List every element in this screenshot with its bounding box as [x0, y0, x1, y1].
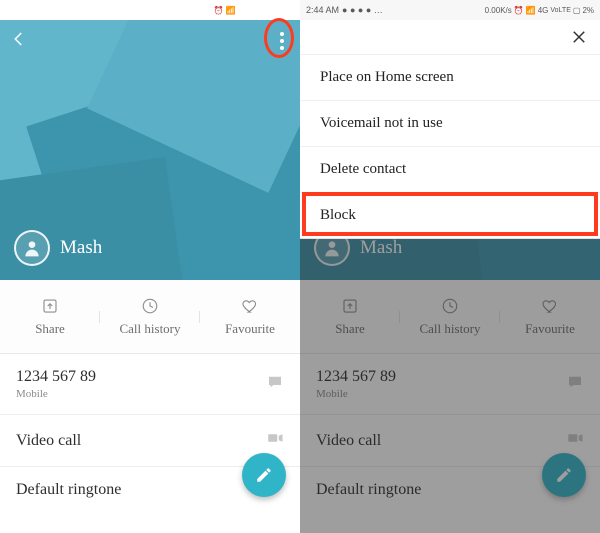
phone-number-row[interactable]: 1234 567 89 Mobile	[0, 354, 300, 415]
net-speed: 0.00K/s	[485, 6, 512, 15]
options-menu: Place on Home screen Voicemail not in us…	[300, 20, 600, 239]
dot-icons: ● ● ● ● …	[342, 5, 383, 15]
action-tabs: Share Call history Favourite	[0, 280, 300, 354]
alarm-icon: ⏰	[514, 6, 524, 15]
favourite-button[interactable]: Favourite	[200, 297, 300, 337]
share-button[interactable]: Share	[300, 297, 400, 337]
edit-contact-fab[interactable]	[542, 453, 586, 497]
battery-icon: ▢	[273, 6, 281, 15]
status-bar: 2:44 AM ● ● ● ● … 0.00K/s ⏰ 📶 4G VoLTE ▢…	[300, 0, 600, 20]
menu-item-voicemail[interactable]: Voicemail not in use	[300, 100, 600, 146]
phone-screenshot-left: 2:44 AM ● ● ● ● … 0.00K/s ⏰ 📶 4G VoLTE ▢…	[0, 0, 300, 533]
call-history-label: Call history	[119, 321, 180, 337]
contact-hero: Mash	[0, 20, 300, 280]
dot-icons: ● ● ● ● …	[42, 5, 83, 15]
status-time: 2:44 AM	[6, 5, 39, 15]
menu-item-delete[interactable]: Delete contact	[300, 146, 600, 192]
video-icon	[566, 429, 584, 452]
call-history-button[interactable]: Call history	[100, 297, 200, 337]
signal-icon: 4G	[238, 6, 249, 15]
status-bar: 2:44 AM ● ● ● ● … 0.00K/s ⏰ 📶 4G VoLTE ▢…	[0, 0, 300, 20]
favourite-label: Favourite	[525, 321, 575, 337]
wifi-icon: 📶	[526, 6, 536, 15]
share-button[interactable]: Share	[0, 297, 100, 337]
phone-screenshot-right: 2:44 AM ● ● ● ● … 0.00K/s ⏰ 📶 4G VoLTE ▢…	[300, 0, 600, 533]
contact-name: Mash	[60, 237, 102, 259]
signal-icon: 4G	[538, 6, 549, 15]
video-call-label: Video call	[316, 432, 381, 450]
battery-pct: 2%	[582, 6, 594, 15]
phone-number: 1234 567 89	[16, 368, 96, 386]
call-history-button[interactable]: Call history	[400, 297, 500, 337]
back-button[interactable]	[10, 30, 28, 53]
ringtone-label: Default ringtone	[316, 481, 421, 499]
share-label: Share	[335, 321, 365, 337]
phone-number-row[interactable]: 1234 567 89 Mobile	[300, 354, 600, 415]
net-speed: 0.00K/s	[185, 6, 212, 15]
call-history-label: Call history	[419, 321, 480, 337]
phone-number-type: Mobile	[316, 388, 396, 400]
alarm-icon: ⏰	[214, 6, 224, 15]
action-tabs: Share Call history Favourite	[300, 280, 600, 354]
edit-contact-fab[interactable]	[242, 453, 286, 497]
more-options-button[interactable]	[274, 26, 290, 56]
message-icon[interactable]	[566, 373, 584, 396]
status-time: 2:44 AM	[306, 5, 339, 15]
phone-number-type: Mobile	[16, 388, 96, 400]
favourite-button[interactable]: Favourite	[500, 297, 600, 337]
volte-label: VoLTE	[250, 7, 271, 14]
close-menu-button[interactable]	[300, 20, 600, 54]
battery-icon: ▢	[573, 6, 581, 15]
menu-item-home-screen[interactable]: Place on Home screen	[300, 54, 600, 100]
message-icon[interactable]	[266, 373, 284, 396]
avatar	[14, 230, 50, 266]
volte-label: VoLTE	[550, 7, 571, 14]
menu-item-block[interactable]: Block	[300, 192, 600, 238]
battery-pct: 2%	[282, 6, 294, 15]
wifi-icon: 📶	[226, 6, 236, 15]
phone-number: 1234 567 89	[316, 368, 396, 386]
video-icon	[266, 429, 284, 452]
favourite-label: Favourite	[225, 321, 275, 337]
video-call-label: Video call	[16, 432, 81, 450]
ringtone-label: Default ringtone	[16, 481, 121, 499]
share-label: Share	[35, 321, 65, 337]
contact-name: Mash	[360, 237, 402, 259]
